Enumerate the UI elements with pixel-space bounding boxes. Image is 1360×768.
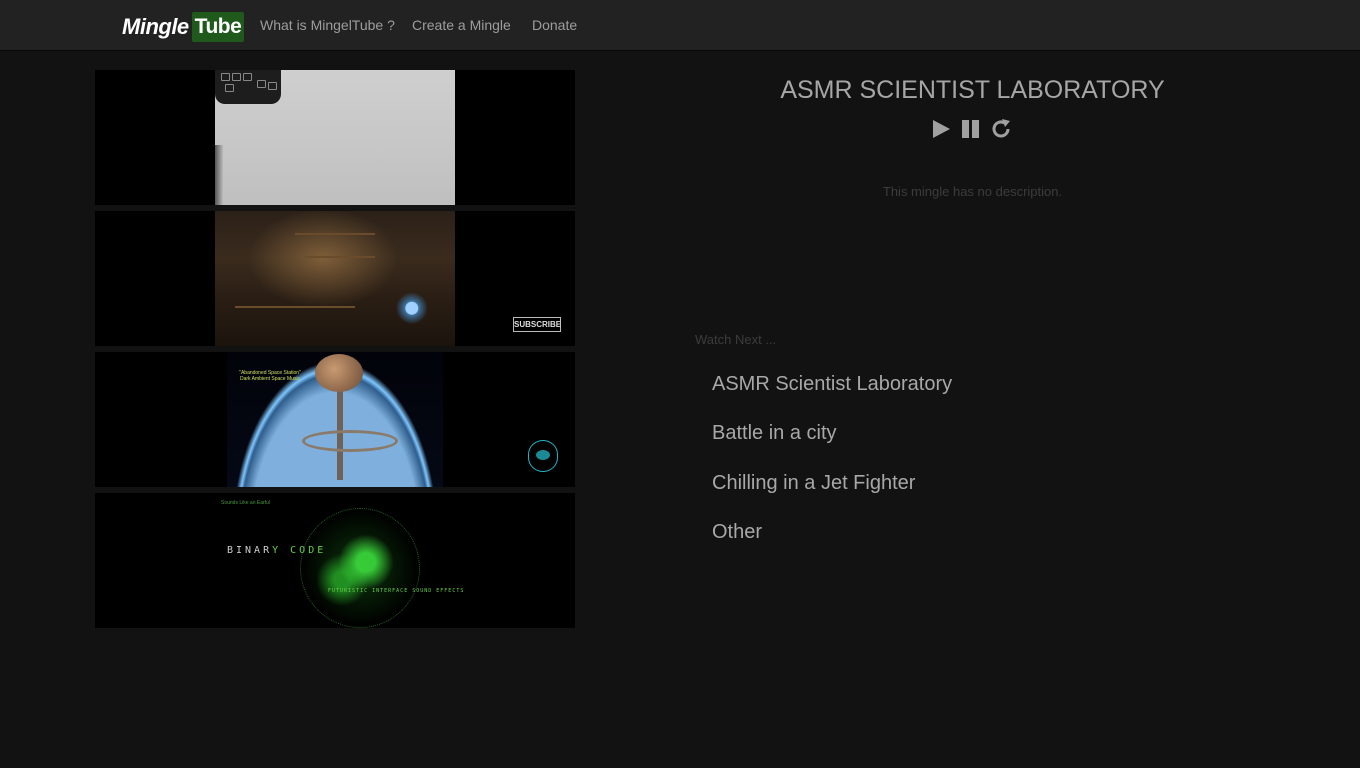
- subscribe-button[interactable]: SUBSCRIBE: [513, 317, 561, 332]
- shelf-line: [305, 256, 375, 258]
- pause-icon[interactable]: [960, 118, 982, 140]
- video-player-4[interactable]: Sounds Like an Earful BINARY CODE FUTURI…: [95, 493, 575, 628]
- playback-controls: [930, 118, 1014, 142]
- video-thumbnail: [215, 211, 455, 346]
- video-subtitle-overlay: FUTURISTIC INTERFACE SOUND EFFECTS: [328, 588, 465, 594]
- video-player-3[interactable]: "Abandoned Space Station" Dark Ambient S…: [95, 352, 575, 487]
- channel-watermark-icon: [528, 440, 558, 472]
- mingletube-logo[interactable]: Mingle Tube: [122, 12, 245, 44]
- nav-donate[interactable]: Donate: [532, 16, 577, 34]
- watch-next-item-chilling-in-a-jet-fighter[interactable]: Chilling in a Jet Fighter: [712, 471, 915, 495]
- space-station: [315, 354, 363, 392]
- watch-next-label: Watch Next ...: [695, 332, 777, 347]
- table-line: [235, 306, 355, 308]
- channel-name: Sounds Like an Earful: [221, 500, 270, 506]
- logo-tube-text: Tube: [191, 12, 245, 42]
- station-ring: [302, 430, 398, 452]
- video-thumbnail: [215, 70, 455, 205]
- video-player-2[interactable]: SUBSCRIBE: [95, 211, 575, 346]
- mingle-description: This mingle has no description.: [882, 184, 1063, 199]
- play-icon[interactable]: [930, 118, 952, 140]
- shelf-line: [295, 233, 375, 235]
- nav-create-a-mingle[interactable]: Create a Mingle: [412, 16, 511, 34]
- watch-next-item-battle-in-a-city[interactable]: Battle in a city: [712, 421, 837, 445]
- hand-shadow: [215, 145, 223, 205]
- video-title-overlay: BINARY CODE: [227, 545, 327, 556]
- video-player-1[interactable]: [95, 70, 575, 205]
- video-thumbnail: "Abandoned Space Station" Dark Ambient S…: [227, 352, 443, 487]
- keypad-image: [215, 70, 281, 104]
- watch-next-item-asmr-scientist-laboratory[interactable]: ASMR Scientist Laboratory: [712, 372, 952, 396]
- mingle-title: ASMR SCIENTIST LABORATORY: [780, 76, 1165, 104]
- watch-next-item-other[interactable]: Other: [712, 520, 762, 544]
- binary-globe: [300, 508, 420, 628]
- logo-mingle-text: Mingle: [122, 14, 189, 39]
- replay-icon[interactable]: [990, 118, 1012, 140]
- video-caption: "Abandoned Space Station" Dark Ambient S…: [239, 370, 301, 382]
- navbar: Mingle Tube What is MingelTube ? Create …: [0, 0, 1360, 51]
- nav-what-is-mingeltube[interactable]: What is MingelTube ?: [260, 16, 395, 34]
